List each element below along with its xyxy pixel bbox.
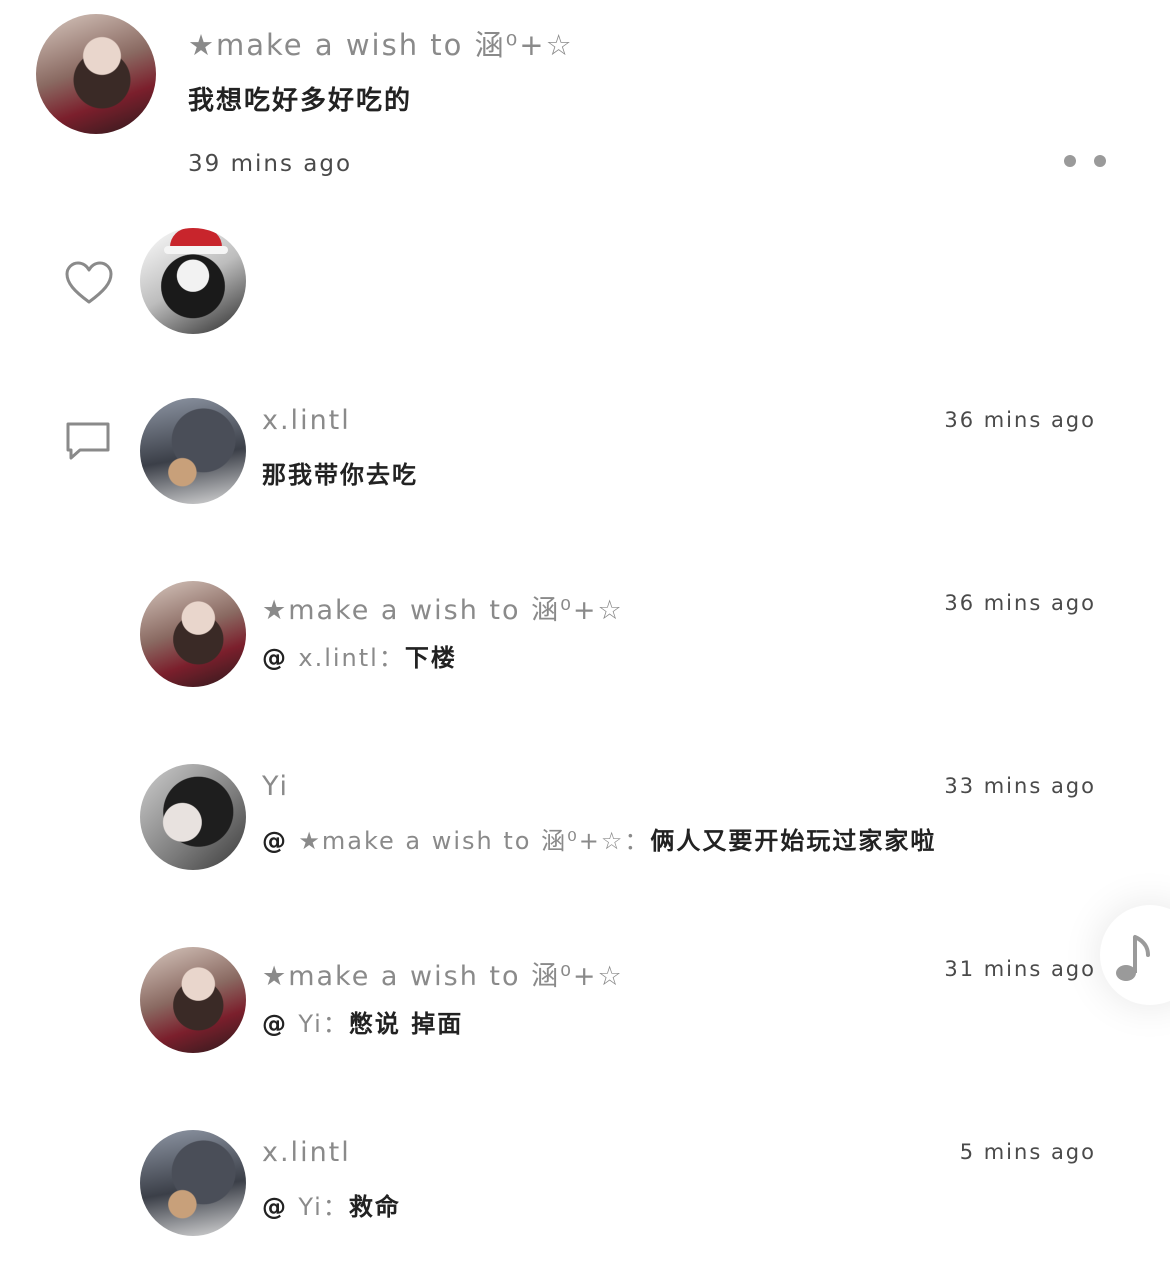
post-author-avatar[interactable] xyxy=(36,14,156,134)
comment-avatar[interactable] xyxy=(140,1130,246,1236)
music-note-icon xyxy=(1116,935,1150,981)
post-author-name[interactable]: ★make a wish to 涵⁰+☆ xyxy=(188,22,574,64)
mention-symbol: @ xyxy=(262,1193,288,1221)
comment-avatar[interactable] xyxy=(140,398,246,504)
floating-music-button[interactable] xyxy=(1100,905,1170,1005)
reply-target[interactable]: x.lintl： xyxy=(298,644,404,672)
comment-reply: @ x.lintl：下楼 xyxy=(262,638,457,673)
comment-time: 33 mins ago xyxy=(944,774,1096,798)
mention-symbol: @ xyxy=(262,827,288,855)
comment-reply: @ Yi：憋说 掉面 xyxy=(262,1004,463,1039)
reply-target[interactable]: Yi： xyxy=(298,1010,348,1038)
comment-text: 下楼 xyxy=(404,644,457,672)
comment-author[interactable]: x.lintl xyxy=(262,405,351,436)
liker-avatar[interactable] xyxy=(140,228,246,334)
comment-avatar[interactable] xyxy=(140,947,246,1053)
comment-author[interactable]: ★make a wish to 涵⁰+☆ xyxy=(262,954,624,993)
comment-author[interactable]: ★make a wish to 涵⁰+☆ xyxy=(262,588,624,627)
comment-author[interactable]: Yi xyxy=(262,771,289,802)
post-text: 我想吃好多好吃的 xyxy=(188,86,413,116)
reply-target[interactable]: ★make a wish to 涵⁰+☆： xyxy=(298,827,650,855)
mention-symbol: @ xyxy=(262,644,288,672)
comment-text: 憋说 掉面 xyxy=(348,1010,464,1038)
comment-time: 31 mins ago xyxy=(944,957,1096,981)
comment-reply: @ Yi：救命 xyxy=(262,1187,401,1222)
comment-time: 36 mins ago xyxy=(944,591,1096,615)
comment-author[interactable]: x.lintl xyxy=(262,1137,351,1168)
comment-avatar[interactable] xyxy=(140,581,246,687)
more-dots-icon[interactable] xyxy=(1064,155,1106,167)
comment-text: 救命 xyxy=(348,1193,401,1221)
comment-time: 36 mins ago xyxy=(944,408,1096,432)
comment-avatar[interactable] xyxy=(140,764,246,870)
comment-time: 5 mins ago xyxy=(959,1140,1096,1164)
post-time: 39 mins ago xyxy=(188,151,353,177)
heart-icon xyxy=(65,261,113,304)
comment-reply: @ ★make a wish to 涵⁰+☆：俩人又要开始玩过家家啦 xyxy=(262,821,936,856)
comment-text: 那我带你去吃 xyxy=(262,461,418,489)
mention-symbol: @ xyxy=(262,1010,288,1038)
comment-icon xyxy=(66,422,110,460)
moment-detail-page: ★make a wish to 涵⁰+☆ 我想吃好多好吃的 39 mins ag… xyxy=(0,0,1170,1276)
santa-hat-decoration xyxy=(164,228,228,254)
reply-target[interactable]: Yi： xyxy=(298,1193,348,1221)
comment-text: 俩人又要开始玩过家家啦 xyxy=(650,827,937,855)
